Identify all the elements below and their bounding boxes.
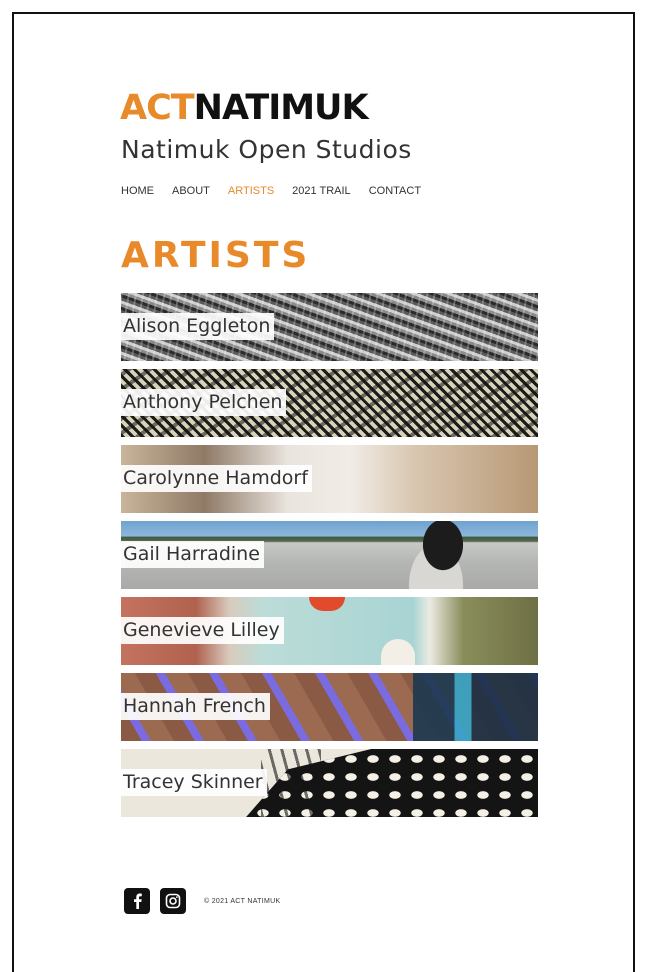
nav-artists[interactable]: ARTISTS (228, 185, 274, 197)
footer: © 2021 ACT NATIMUK (124, 888, 280, 914)
artist-name: Carolynne Hamdorf (121, 465, 312, 492)
artist-card-carolynne-hamdorf[interactable]: Carolynne Hamdorf (121, 445, 538, 513)
main-nav: HOME ABOUT ARTISTS 2021 TRAIL CONTACT (121, 185, 421, 197)
artist-card-gail-harradine[interactable]: Gail Harradine (121, 521, 538, 589)
nav-home[interactable]: HOME (121, 185, 154, 197)
artist-card-anthony-pelchen[interactable]: Anthony Pelchen (121, 369, 538, 437)
artist-card-alison-eggleton[interactable]: Alison Eggleton (121, 293, 538, 361)
artist-card-tracey-skinner[interactable]: Tracey Skinner (121, 749, 538, 817)
artist-name: Anthony Pelchen (121, 389, 287, 416)
artist-card-hannah-french[interactable]: Hannah French (121, 673, 538, 741)
copyright-text: © 2021 ACT NATIMUK (204, 897, 281, 905)
facebook-icon[interactable] (124, 888, 150, 914)
instagram-icon[interactable] (160, 888, 186, 914)
artist-name: Genevieve Lilley (121, 617, 284, 644)
site-logo[interactable]: ACTNATIMUK (120, 88, 369, 128)
artist-name: Tracey Skinner (121, 769, 267, 796)
page-title: ARTISTS (121, 235, 311, 276)
logo-act: ACT (120, 88, 195, 128)
nav-about[interactable]: ABOUT (172, 185, 210, 197)
artist-name: Hannah French (121, 693, 270, 720)
artist-name: Gail Harradine (121, 541, 264, 568)
nav-contact[interactable]: CONTACT (369, 185, 421, 197)
nav-2021-trail[interactable]: 2021 TRAIL (292, 185, 351, 197)
artist-card-genevieve-lilley[interactable]: Genevieve Lilley (121, 597, 538, 665)
logo-natimuk: NATIMUK (193, 88, 369, 128)
artist-list: Alison Eggleton Anthony Pelchen Carolynn… (121, 293, 538, 825)
artist-name: Alison Eggleton (121, 313, 275, 340)
site-subtitle: Natimuk Open Studios (121, 135, 412, 164)
